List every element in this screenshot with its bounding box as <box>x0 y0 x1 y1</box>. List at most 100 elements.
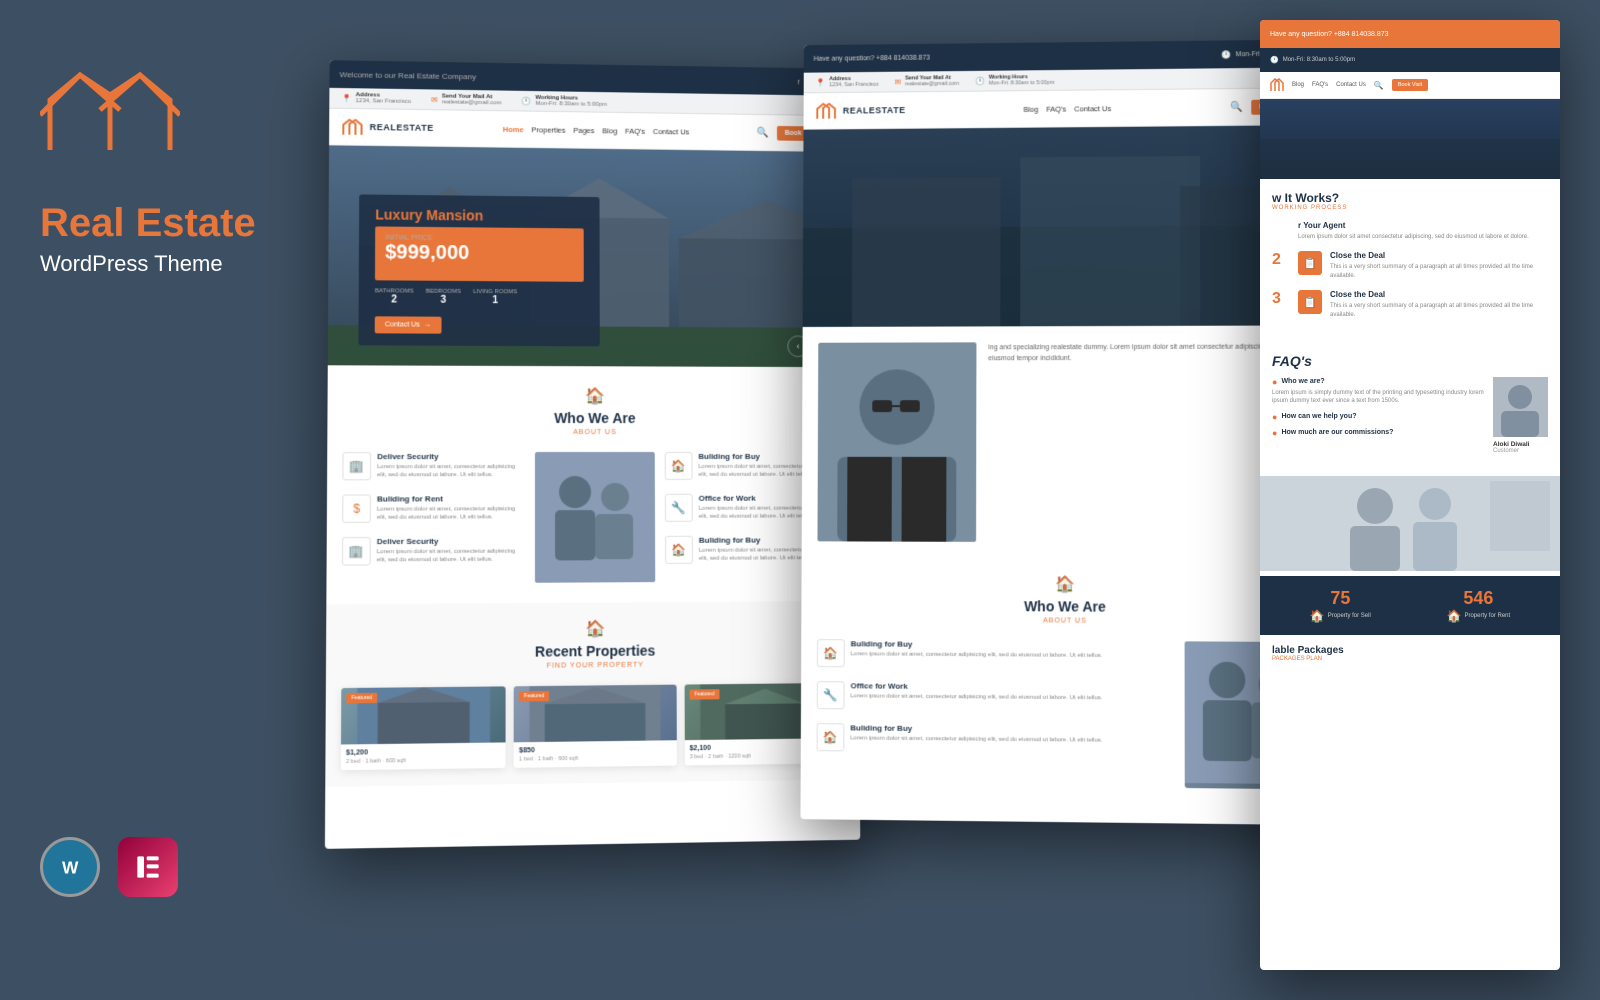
home6-icon: 🏠 <box>823 730 838 744</box>
about-person-image <box>817 342 976 542</box>
who-we-are-title: Who We Are <box>343 410 842 427</box>
about-loc-icon: 📍 <box>815 78 825 87</box>
featured-badge: Featured <box>689 689 719 699</box>
about-svc-desc3: Lorem ipsum dolor sit amet, consectetur … <box>850 734 1102 745</box>
right-top-bar: Have any question? +884 814038.873 <box>1260 20 1560 48</box>
step-title-1: r Your Agent <box>1298 221 1529 230</box>
about-service-item: 🏠 Buliding for Buy Lorem ipsum dolor sit… <box>817 639 1173 669</box>
logo-text: REALESTATE <box>370 122 434 133</box>
search-icon[interactable]: 🔍 <box>757 127 769 138</box>
property-card-image: Featured <box>341 686 506 744</box>
wordpress-icon[interactable]: W <box>40 837 100 897</box>
nav-contact[interactable]: Contact Us <box>653 127 690 136</box>
faq-q-icon-1: ● <box>1272 377 1277 387</box>
hero-living-rooms: LIVING ROOMS 1 <box>473 289 517 306</box>
service-item: $ Buliding for Rent Lorem ipsum dolor si… <box>342 494 525 523</box>
right-hours-text: Mon-Fri: 8:30am to 5:00pm <box>1283 57 1355 63</box>
about-service-item: 🏠 Buliding for Buy Lorem ipsum dolor sit… <box>817 723 1173 754</box>
right-search-icon[interactable]: 🔍 <box>1374 81 1384 90</box>
property-meta: 1 bed · 1 bath · 600 sqft <box>519 754 671 762</box>
stat-sell: 75 🏠 Property for Sell <box>1310 588 1371 623</box>
house4-icon: 🏠 <box>817 573 1316 595</box>
right-nav-faqs[interactable]: FAQ's <box>1312 82 1328 88</box>
about-svc-desc: Lorem ipsum dolor sit amet, consectetur … <box>851 650 1103 660</box>
about-nav-blog[interactable]: Blog <box>1023 104 1038 113</box>
property-meta: 2 bed · 1 bath · 800 sqft <box>346 757 501 765</box>
building2-icon: 🏢 <box>349 544 364 558</box>
right-book-visit-btn[interactable]: Book Visit <box>1392 79 1428 91</box>
contact-button[interactable]: Contact Us → <box>375 316 441 333</box>
who-we-are-subtitle: ABOUT US <box>343 429 842 436</box>
address-info: 📍 Address 1234, San Francisco <box>341 92 411 105</box>
house7-icon: 🏠 <box>1310 609 1325 623</box>
screen-about: Have any question? +884 814038.873 🕐 Mon… <box>800 39 1333 825</box>
service-icon-box: 🏢 <box>342 452 371 480</box>
nav-pages[interactable]: Pages <box>573 125 594 134</box>
service-text: Buliding for Rent Lorem ipsum dolor sit … <box>377 494 525 522</box>
service-title: Buliding for Rent <box>377 494 525 503</box>
location-icon: 📍 <box>341 93 351 102</box>
faq-person-col: Aloki Diwali Customer <box>1493 377 1548 454</box>
faq-items-col: ● Who we are? Lorem ipsum is simply dumm… <box>1272 377 1485 454</box>
property-card[interactable]: Featured $1,200 2 bed · 1 bath · 800 sqf… <box>341 686 506 770</box>
screen-main: Welcome to our Real Estate Company f t g… <box>325 60 860 849</box>
about-search-icon[interactable]: 🔍 <box>1231 101 1244 112</box>
about-nav-contact[interactable]: Contact Us <box>1074 104 1111 113</box>
about-svc-text: Buliding for Buy Lorem ipsum dolor sit a… <box>851 639 1103 660</box>
step-num-3: 3 <box>1272 290 1290 308</box>
stat-rent-label-row: 🏠 Property for Rent <box>1447 609 1511 623</box>
about-who-we-are: 🏠 Who We Are ABOUT US 🏠 Buliding for Buy… <box>801 557 1334 806</box>
top-bar-welcome: Welcome to our Real Estate Company <box>340 70 477 81</box>
wrench2-icon: 🔧 <box>823 688 838 702</box>
stat-sell-label-row: 🏠 Property for Sell <box>1310 609 1371 623</box>
property-card[interactable]: Featured $850 1 bed · 1 bath · 600 sqft <box>514 685 677 768</box>
nav-faqs[interactable]: FAQ's <box>625 126 645 135</box>
about-mail-val: realestate@gmail.com <box>905 81 959 87</box>
faq-row: ● Who we are? Lorem ipsum is simply dumm… <box>1272 377 1548 454</box>
about-who-header: 🏠 Who We Are ABOUT US <box>817 573 1316 626</box>
service-item: 🏢 Deliver Security Lorem ipsum dolor sit… <box>342 452 524 480</box>
about-content: ing and specializing realestate dummy. L… <box>802 325 1333 559</box>
service-desc: Lorem ipsum dolor sit amet, consectetur … <box>377 463 525 480</box>
about-mail-icon: ✉ <box>894 77 901 86</box>
hiw-step-3: 3 📋 Close the Deal This is a very short … <box>1272 290 1548 319</box>
team-img-svg <box>535 452 655 583</box>
step-desc-3: This is a very short summary of a paragr… <box>1330 302 1548 319</box>
service-desc: Lorem ipsum dolor sit amet, consectetur … <box>377 505 525 522</box>
step-content-3: Close the Deal This is a very short summ… <box>1330 290 1548 319</box>
screen-right: Have any question? +884 814038.873 🕐 Mon… <box>1260 20 1560 970</box>
nav-home[interactable]: Home <box>503 124 524 133</box>
faq-question-3: How much are our commissions? <box>1281 429 1393 436</box>
step-title-2: Close the Deal <box>1330 251 1548 260</box>
about-services-row: 🏠 Buliding for Buy Lorem ipsum dolor sit… <box>816 639 1316 789</box>
step-content-2: Close the Deal This is a very short summ… <box>1330 251 1548 280</box>
about-clock2-icon: 🕐 <box>975 76 985 85</box>
about-address: 📍 Address 1234, San Francisco <box>815 76 878 88</box>
faq-q-2: ● How can we help you? <box>1272 412 1485 422</box>
step-icon-3: 📋 <box>1298 290 1322 314</box>
right-hero-svg <box>1260 99 1560 179</box>
how-it-works-section: w It Works? WORKING PROCESS r Your Agent… <box>1260 179 1560 341</box>
stats-bar: 75 🏠 Property for Sell 546 🏠 Property fo… <box>1260 576 1560 635</box>
site-nav: Home Properties Pages Blog FAQ's Contact… <box>503 124 690 135</box>
stat-rent-num: 546 <box>1447 588 1511 609</box>
elementor-icon[interactable] <box>118 837 178 897</box>
bedrooms-value: 3 <box>426 295 461 306</box>
avail-packages-title: lable Packages <box>1272 645 1548 656</box>
right-nav-contact[interactable]: Contact Us <box>1336 82 1366 88</box>
about-mail: ✉ Send Your Mail At realestate@gmail.com <box>894 75 959 87</box>
about-hero-svg <box>803 125 1332 327</box>
who-we-are-content: 🏢 Deliver Security Lorem ipsum dolor sit… <box>342 452 843 584</box>
about-svc-text3: Buliding for Buy Lorem ipsum dolor sit a… <box>850 723 1102 745</box>
about-who-title: Who We Are <box>817 597 1316 616</box>
nav-blog[interactable]: Blog <box>602 126 617 135</box>
about-nav-faqs[interactable]: FAQ's <box>1046 104 1066 113</box>
property-card-info: $1,200 2 bed · 1 bath · 800 sqft <box>341 742 506 770</box>
about-hero: About Us ● REAL ESTATE ● ABOUT US <box>803 125 1332 327</box>
nav-properties[interactable]: Properties <box>531 125 565 134</box>
faq-item-2: ● How can we help you? <box>1272 412 1485 422</box>
right-nav-blog[interactable]: Blog <box>1292 82 1304 88</box>
about-logo-text: REALESTATE <box>843 105 906 115</box>
about-site-header: REALESTATE Blog FAQ's Contact Us 🔍 Book … <box>804 88 1331 130</box>
brand-section: Real Estate WordPress Theme W <box>40 60 300 897</box>
